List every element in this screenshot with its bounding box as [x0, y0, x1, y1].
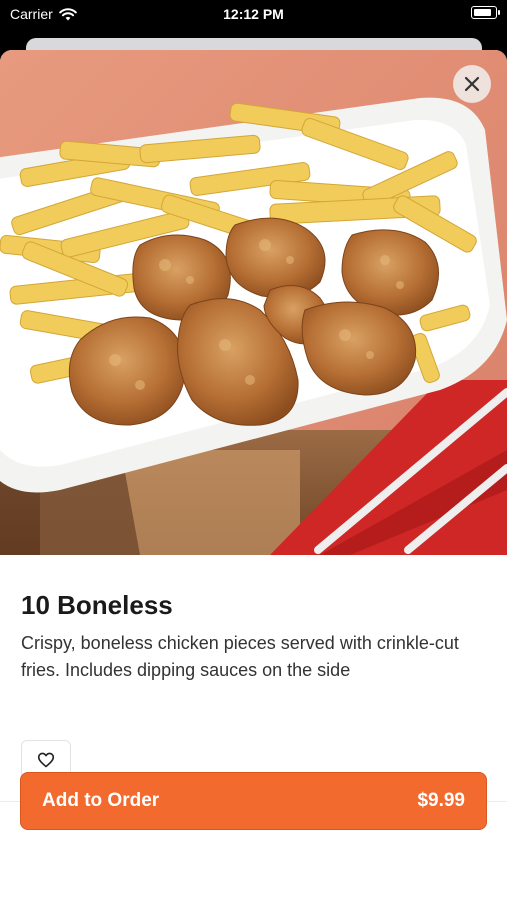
- status-time: 12:12 PM: [223, 6, 284, 22]
- status-bar: Carrier 12:12 PM: [0, 0, 507, 30]
- close-icon: [464, 76, 480, 92]
- close-button[interactable]: [453, 65, 491, 103]
- product-image: [0, 50, 507, 555]
- battery-icon: [471, 6, 500, 19]
- heart-icon: [37, 752, 55, 768]
- chicken-and-fries-photo: [0, 50, 507, 555]
- battery-level: [474, 9, 492, 16]
- add-to-order-button[interactable]: Add to Order $9.99: [20, 772, 487, 830]
- product-description: Crispy, boneless chicken pieces served w…: [21, 633, 459, 680]
- price-label: $9.99: [417, 790, 465, 811]
- product-title: 10 Boneless: [21, 590, 173, 620]
- add-to-order-label: Add to Order: [42, 790, 160, 811]
